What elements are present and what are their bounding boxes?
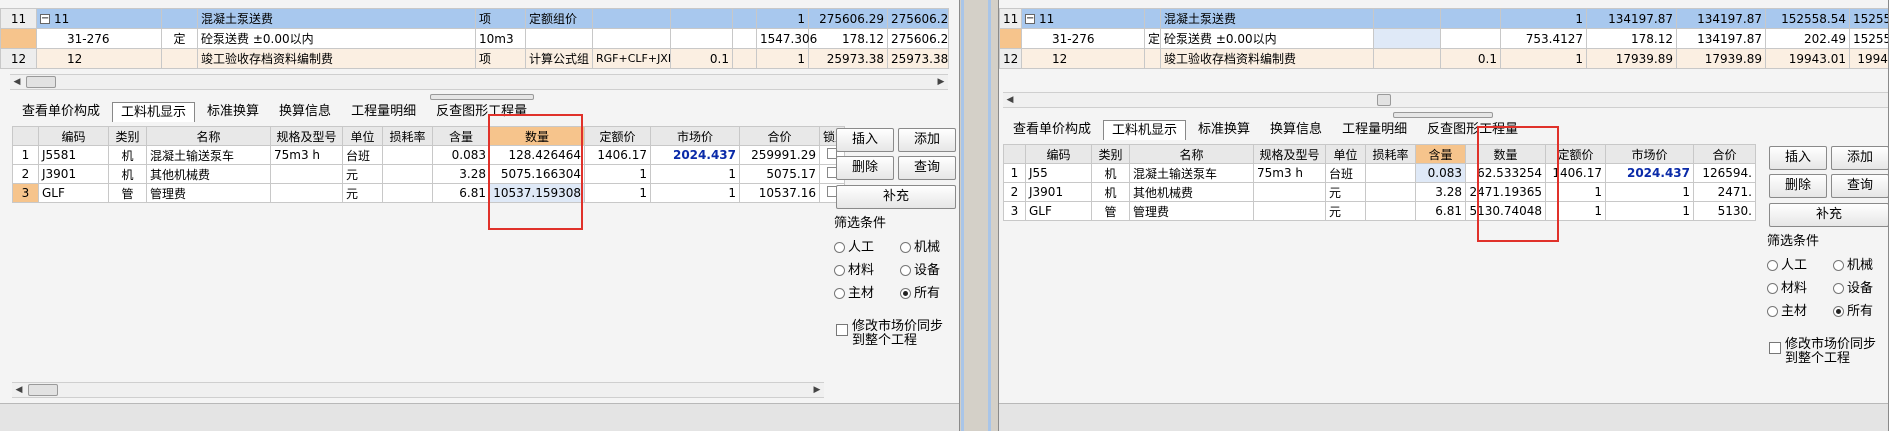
scroll-left-icon[interactable]: ◀	[12, 383, 26, 397]
table-row[interactable]: 12 12 竣工验收存档资料编制费 项 计算公式组 RGF+CLF+JXF 0.…	[0, 48, 949, 69]
add-button[interactable]: 添加	[1831, 146, 1888, 170]
filter-group: 筛选条件 人工 机械 材料 设备 主材 所有	[1767, 230, 1887, 320]
filter-group: 筛选条件 人工 机械 材料 设备 主材 所有	[834, 212, 954, 302]
table-row[interactable]: 3 GLF 管 管理费 元 6.81 5130.74048 1 1 5130.	[1003, 201, 1756, 221]
radio-icon[interactable]	[900, 242, 911, 253]
radio-equipment[interactable]: 设备	[900, 259, 940, 278]
tab-unit-price[interactable]: 查看单价构成	[14, 102, 108, 122]
table-row[interactable]: 11 −11 混凝土泵送费 项 定额组价 1 275606.29 275606.…	[0, 8, 949, 29]
radio-icon[interactable]	[1833, 283, 1844, 294]
query-button[interactable]: 查询	[898, 156, 956, 180]
tab-materials[interactable]: 工料机显示	[1103, 120, 1187, 140]
annotation-box	[488, 114, 583, 230]
insert-button[interactable]: 插入	[836, 128, 894, 152]
radio-icon[interactable]	[1833, 260, 1844, 271]
table-row[interactable]: 12 12 竣工验收存档资料编制费 0.1 1 17939.89 17939.8…	[999, 48, 1888, 69]
tab-standard-conversion[interactable]: 标准换算	[199, 102, 267, 122]
tab-conversion-info[interactable]: 换算信息	[271, 102, 339, 122]
scroll-left-icon[interactable]: ◀	[10, 75, 24, 89]
left-panel: 11 −11 混凝土泵送费 项 定额组价 1 275606.29 275606.…	[0, 0, 960, 431]
radio-icon[interactable]	[834, 288, 845, 299]
scroll-right-icon[interactable]: ▶	[810, 383, 824, 397]
checkbox-icon[interactable]	[1769, 342, 1781, 354]
collapse-icon[interactable]: −	[40, 14, 50, 24]
table-row[interactable]: 1 J5581 机 混凝土输送泵车 75m3 h 台班 0.083 128.42…	[12, 145, 845, 165]
radio-main-materials[interactable]: 主材	[834, 282, 874, 301]
annotation-box	[1477, 126, 1559, 242]
scroll-thumb[interactable]	[26, 76, 56, 88]
collapse-icon[interactable]: −	[1025, 14, 1035, 24]
status-bar	[0, 403, 959, 431]
radio-icon[interactable]	[834, 265, 845, 276]
tab-conversion-info[interactable]: 换算信息	[1262, 120, 1330, 140]
right-material-table: 编码 类别 名称 规格及型号 单位 损耗率 含量 数量 定额价 市场价 合价 1…	[1003, 144, 1756, 221]
top-horizontal-scrollbar[interactable]: ◀ ▶	[10, 74, 948, 90]
scroll-right-icon[interactable]: ▶	[934, 75, 948, 89]
table-row[interactable]: 1 J55 机 混凝土输送泵车 75m3 h 台班 0.083 62.53325…	[1003, 163, 1756, 183]
radio-equipment[interactable]: 设备	[1833, 277, 1873, 296]
delete-button[interactable]: 删除	[1769, 174, 1827, 198]
left-item-table: 11 −11 混凝土泵送费 项 定额组价 1 275606.29 275606.…	[0, 8, 949, 69]
radio-all[interactable]: 所有	[900, 282, 940, 301]
filter-title: 筛选条件	[1767, 234, 1820, 249]
status-bar	[999, 403, 1888, 431]
bottom-horizontal-scrollbar[interactable]: ◀ ▶	[12, 382, 824, 398]
radio-icon[interactable]	[1767, 283, 1778, 294]
sync-market-price-checkbox[interactable]: 修改市场价同步 到整个工程	[836, 320, 956, 352]
table-row[interactable]: 31-276 定 砼泵送费 ±0.00以内 753.4127 178.12 13…	[999, 28, 1888, 49]
radio-all[interactable]: 所有	[1833, 300, 1873, 319]
table-row[interactable]: 3 GLF 管 管理费 元 6.81 10537.159308 1 1 1053…	[12, 183, 845, 203]
radio-materials[interactable]: 材料	[1767, 277, 1807, 296]
tab-unit-price[interactable]: 查看单价构成	[1005, 120, 1099, 140]
table-row[interactable]: 11 −11 混凝土泵送费 1 134197.87 134197.87 1525…	[999, 8, 1888, 29]
checkbox-icon[interactable]	[836, 324, 848, 336]
radio-icon[interactable]	[834, 242, 845, 253]
radio-labor[interactable]: 人工	[1767, 254, 1807, 273]
delete-button[interactable]: 删除	[836, 156, 894, 180]
divider	[961, 0, 964, 431]
window-gap	[960, 0, 998, 431]
detail-tabs: 查看单价构成 工料机显示 标准换算 换算信息 工程量明细 反查图形工程量	[14, 100, 539, 122]
insert-button[interactable]: 插入	[1769, 146, 1827, 170]
radio-selected-icon[interactable]	[1833, 306, 1844, 317]
scroll-thumb[interactable]	[1377, 94, 1391, 106]
tab-materials[interactable]: 工料机显示	[112, 102, 196, 122]
left-material-table: 编码 类别 名称 规格及型号 单位 损耗率 含量 数量 定额价 市场价 合价 锁…	[12, 126, 845, 203]
add-button[interactable]: 添加	[898, 128, 956, 152]
radio-icon[interactable]	[1767, 306, 1778, 317]
right-panel: 11 −11 混凝土泵送费 1 134197.87 134197.87 1525…	[998, 0, 1889, 431]
top-horizontal-scrollbar[interactable]: ◀	[1003, 92, 1888, 108]
table-row[interactable]: 2 J3901 机 其他机械费 元 3.28 2471.19365 1 1 24…	[1003, 182, 1756, 202]
radio-main-materials[interactable]: 主材	[1767, 300, 1807, 319]
filter-title: 筛选条件	[834, 216, 887, 231]
sync-market-price-checkbox[interactable]: 修改市场价同步 到整个工程	[1769, 338, 1888, 370]
tab-standard-conversion[interactable]: 标准换算	[1190, 120, 1258, 140]
table-header-row: 编码 类别 名称 规格及型号 单位 损耗率 含量 数量 定额价 市场价 合价	[1003, 144, 1756, 164]
supplement-button[interactable]: 补充	[1769, 203, 1888, 227]
radio-selected-icon[interactable]	[900, 288, 911, 299]
scroll-thumb[interactable]	[28, 384, 58, 396]
divider	[988, 0, 991, 431]
supplement-button[interactable]: 补充	[836, 185, 956, 209]
radio-machinery[interactable]: 机械	[1833, 254, 1873, 273]
detail-tabs: 查看单价构成 工料机显示 标准换算 换算信息 工程量明细 反查图形工程量	[1005, 118, 1530, 140]
table-header-row: 编码 类别 名称 规格及型号 单位 损耗率 含量 数量 定额价 市场价 合价 锁…	[12, 126, 845, 146]
radio-labor[interactable]: 人工	[834, 236, 874, 255]
tab-quantity-detail[interactable]: 工程量明细	[343, 102, 424, 122]
right-item-table: 11 −11 混凝土泵送费 1 134197.87 134197.87 1525…	[999, 8, 1888, 69]
radio-materials[interactable]: 材料	[834, 259, 874, 278]
radio-icon[interactable]	[900, 265, 911, 276]
radio-icon[interactable]	[1767, 260, 1778, 271]
table-row[interactable]: 2 J3901 机 其他机械费 元 3.28 5075.166304 1 1 5…	[12, 164, 845, 184]
scroll-left-icon[interactable]: ◀	[1003, 93, 1017, 107]
tab-quantity-detail[interactable]: 工程量明细	[1334, 120, 1415, 140]
table-row[interactable]: 31-276 定 砼泵送费 ±0.00以内 10m3 1547.306 178.…	[0, 28, 949, 49]
radio-machinery[interactable]: 机械	[900, 236, 940, 255]
query-button[interactable]: 查询	[1831, 174, 1888, 198]
